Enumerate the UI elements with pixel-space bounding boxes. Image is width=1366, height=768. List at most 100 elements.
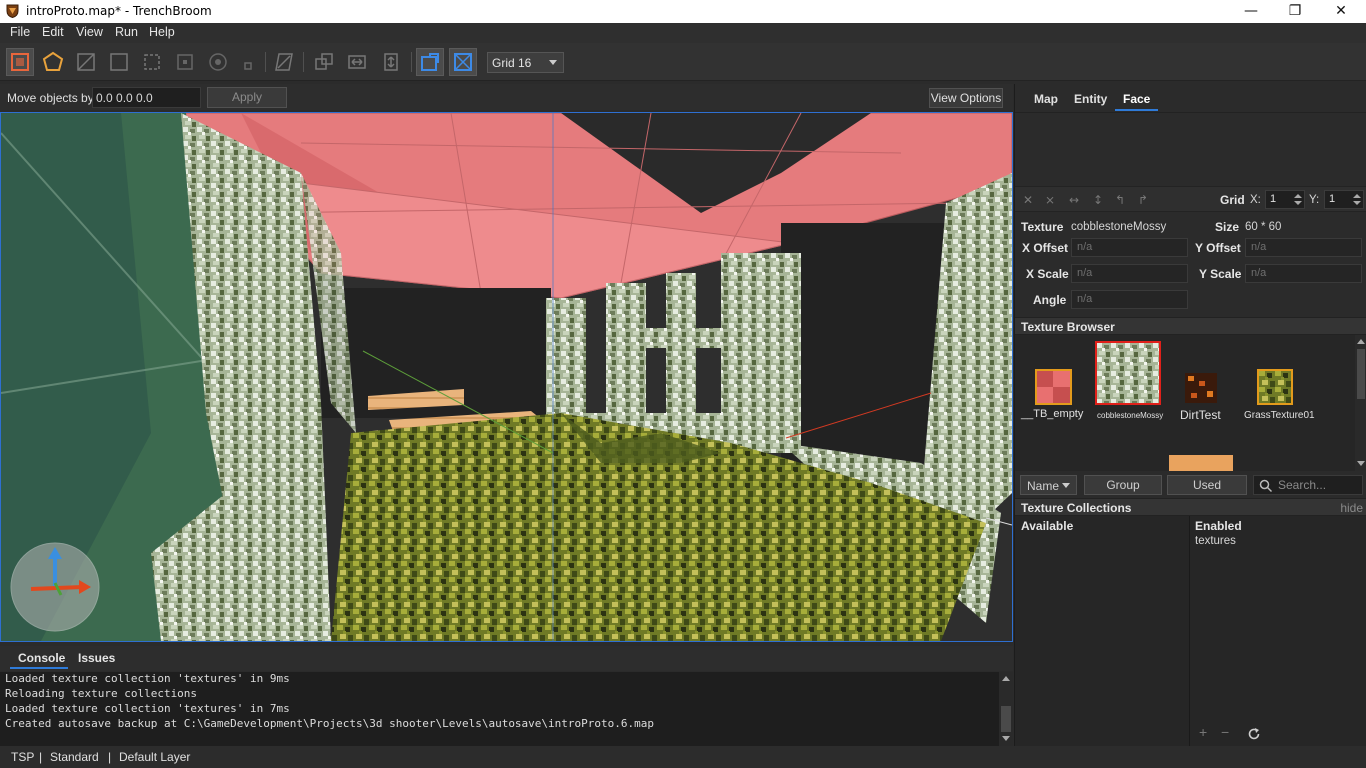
enabled-collection-item[interactable]: textures: [1195, 535, 1236, 547]
menu-edit[interactable]: Edit: [42, 25, 64, 39]
grid-x-input[interactable]: 1: [1265, 190, 1305, 209]
y-scale-input[interactable]: n/a: [1245, 264, 1362, 283]
texture-browser-scrollbar[interactable]: [1355, 335, 1366, 471]
uv-lock-button[interactable]: [449, 48, 477, 76]
face-tool-button[interactable]: [105, 48, 133, 76]
rotate-cw-icon[interactable]: ↱: [1138, 193, 1148, 207]
y-scale-label: Y Scale: [1199, 267, 1242, 281]
edge-tool-button[interactable]: [72, 48, 100, 76]
rotate-tool-button[interactable]: [138, 48, 166, 76]
menu-file[interactable]: File: [10, 25, 30, 39]
texture-tile[interactable]: [1185, 373, 1217, 403]
move-tool-icon: [11, 53, 29, 71]
inspector-panel: Map Entity Face ✕ ⨯ ↔ ↕ ↰ ↱ Grid X: 1 Y:…: [1014, 84, 1366, 746]
toolbar-separator: [411, 52, 412, 72]
console-tabs: Console Issues: [0, 646, 1013, 671]
texture-tile[interactable]: [1257, 369, 1293, 405]
available-collections-list[interactable]: [1015, 536, 1189, 726]
texture-name: DirtTest: [1180, 408, 1221, 422]
scale-tool-button[interactable]: [171, 48, 199, 76]
size-label: Size: [1215, 220, 1240, 234]
menu-view[interactable]: View: [76, 25, 103, 39]
texture-tile-selected[interactable]: [1095, 341, 1161, 405]
scroll-thumb[interactable]: [1357, 349, 1365, 399]
texture-name: GrassTexture01: [1244, 410, 1315, 421]
tab-face[interactable]: Face: [1114, 92, 1159, 111]
scale-tool-icon: [177, 54, 193, 70]
close-button[interactable]: ✕: [1318, 0, 1364, 23]
rotate-ccw-icon[interactable]: ↰: [1115, 193, 1125, 207]
console-scrollbar[interactable]: [999, 672, 1013, 746]
tab-console[interactable]: Console: [18, 651, 65, 665]
duplicate-button[interactable]: [310, 48, 338, 76]
texture-tile[interactable]: [1169, 455, 1233, 471]
reload-icon[interactable]: [1247, 727, 1261, 741]
size-value: 60 * 60: [1245, 221, 1282, 233]
enabled-label: Enabled: [1195, 519, 1242, 533]
apply-button[interactable]: Apply: [207, 87, 287, 108]
flip-horizontal-button[interactable]: [343, 48, 371, 76]
duplicate-icon: [315, 53, 333, 70]
trenchbroom-logo-icon: [6, 4, 19, 18]
flip-h-icon[interactable]: ↔: [1069, 193, 1079, 207]
chevron-down-icon: [1062, 483, 1070, 488]
shear-tool-button[interactable]: [204, 48, 232, 76]
vertex-tool-icon: [42, 51, 64, 71]
csg-convex-merge-button[interactable]: [270, 48, 298, 76]
flip-v-icon[interactable]: ↕: [1093, 193, 1103, 207]
y-offset-input[interactable]: n/a: [1245, 238, 1362, 257]
texture-browser-header: Texture Browser: [1015, 317, 1366, 335]
texture-browser[interactable]: __TB_empty cobblestoneMossy DirtTest Gra…: [1015, 335, 1355, 471]
grid-label: Grid: [1220, 193, 1245, 207]
search-icon: [1259, 479, 1273, 493]
move-tool-button[interactable]: [6, 48, 34, 76]
remove-collection-icon[interactable]: −: [1221, 724, 1229, 740]
angle-input[interactable]: n/a: [1071, 290, 1188, 309]
hide-link[interactable]: hide: [1340, 501, 1363, 515]
grid-y-label: Y:: [1309, 194, 1320, 206]
status-separator: |: [108, 750, 112, 764]
menu-run[interactable]: Run: [115, 25, 138, 39]
maximize-button[interactable]: ❐: [1272, 0, 1318, 23]
texture-name: __TB_empty: [1021, 408, 1084, 420]
texture-lock-button[interactable]: [416, 48, 444, 76]
x-offset-input[interactable]: n/a: [1071, 238, 1188, 257]
uv-editor-area[interactable]: [1015, 112, 1366, 186]
group-button[interactable]: Group: [1084, 475, 1162, 495]
shear-tool-icon: [209, 53, 227, 71]
console-line: Loaded texture collection 'textures' in …: [5, 702, 290, 715]
clip-tool-button[interactable]: [234, 48, 262, 76]
tab-issues[interactable]: Issues: [78, 651, 115, 665]
grid-y-input[interactable]: 1: [1324, 190, 1364, 209]
toolbar-separator: [265, 52, 266, 72]
menu-help[interactable]: Help: [149, 25, 175, 39]
view-options-button[interactable]: View Options: [929, 88, 1003, 108]
used-button[interactable]: Used: [1167, 475, 1247, 495]
spinner-arrows-icon[interactable]: [1293, 192, 1303, 207]
tab-entity[interactable]: Entity: [1074, 92, 1107, 106]
rotate-tool-icon: [144, 54, 160, 70]
toolbar-separator: [303, 52, 304, 72]
console-output[interactable]: Loaded texture collection 'textures' in …: [0, 672, 1013, 746]
move-objects-input[interactable]: 0.0 0.0 0.0: [92, 87, 201, 108]
spinner-arrows-icon[interactable]: [1352, 192, 1362, 207]
tab-map[interactable]: Map: [1034, 92, 1058, 106]
texture-collections-header: Texture Collections hide: [1015, 498, 1366, 516]
grid-size-select[interactable]: Grid 16: [487, 52, 564, 73]
sort-select[interactable]: Name: [1020, 475, 1077, 495]
console-line: Loaded texture collection 'textures' in …: [5, 672, 290, 685]
x-scale-input[interactable]: n/a: [1071, 264, 1188, 283]
vertex-tool-button[interactable]: [39, 48, 67, 76]
toolbar: [0, 43, 1366, 81]
edge-tool-icon: [77, 53, 95, 71]
add-collection-icon[interactable]: +: [1199, 724, 1207, 740]
3d-viewport[interactable]: [0, 112, 1013, 642]
minimize-button[interactable]: —: [1228, 0, 1274, 23]
reset-alignment-icon[interactable]: ⨯: [1045, 193, 1055, 207]
scroll-thumb[interactable]: [1001, 706, 1011, 732]
texture-tile[interactable]: [1035, 369, 1072, 405]
flip-vertical-button[interactable]: [377, 48, 405, 76]
grid-size-value: Grid 16: [492, 56, 532, 70]
reset-icon[interactable]: ✕: [1023, 193, 1033, 207]
clip-tool-icon: [244, 62, 252, 70]
